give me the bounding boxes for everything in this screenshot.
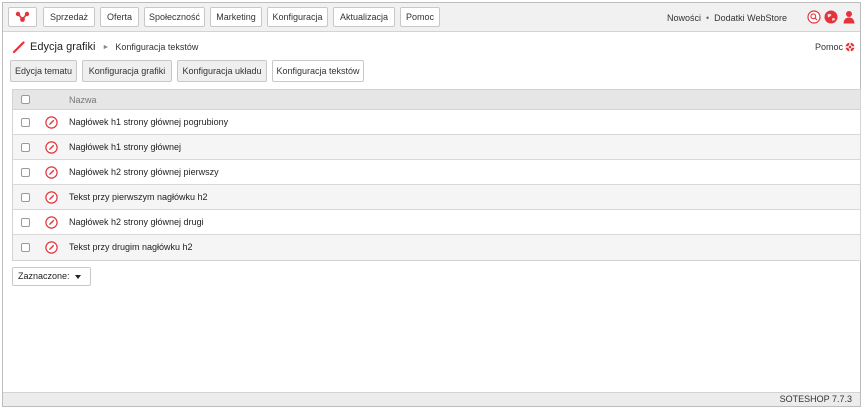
tab-edycja-tematu[interactable]: Edycja tematu — [10, 60, 77, 82]
edit-icon[interactable] — [45, 241, 58, 254]
nav-sprzedaz[interactable]: Sprzedaż — [43, 7, 95, 27]
help-link[interactable]: Pomoc — [815, 42, 855, 52]
select-all-checkbox[interactable] — [21, 95, 30, 104]
news-link[interactable]: Nowości — [667, 13, 701, 23]
row-checkbox[interactable] — [21, 218, 30, 227]
user-icon[interactable] — [842, 10, 856, 24]
row-name[interactable]: Nagłówek h2 strony głównej pierwszy — [69, 160, 219, 185]
table-header-row: Nazwa — [13, 90, 860, 110]
page-title[interactable]: Edycja grafiki — [30, 41, 95, 53]
column-header-name[interactable]: Nazwa — [69, 90, 97, 110]
version-label: SOTESHOP 7.7.3 — [779, 394, 852, 404]
table-row: Nagłówek h2 strony głównej pierwszy — [13, 160, 860, 185]
links-separator: • — [705, 13, 710, 23]
row-name[interactable]: Nagłówek h1 strony głównej pogrubiony — [69, 110, 228, 135]
row-checkbox[interactable] — [21, 193, 30, 202]
bulk-action-select[interactable]: Zaznaczone: — [12, 267, 91, 286]
row-name[interactable]: Tekst przy pierwszym nagłówku h2 — [69, 185, 208, 210]
chevron-down-icon — [75, 275, 81, 279]
top-links: Nowości • Dodatki WebStore — [667, 13, 787, 23]
logo-button[interactable] — [8, 7, 37, 27]
breadcrumb-current: Konfiguracja tekstów — [115, 42, 199, 52]
table-row: Tekst przy pierwszym nagłówku h2 — [13, 185, 860, 210]
top-nav-bar: Sprzedaż Oferta Społeczność Marketing Ko… — [3, 3, 860, 32]
tab-konfiguracja-tekstow[interactable]: Konfiguracja tekstów — [272, 60, 364, 82]
nav-oferta[interactable]: Oferta — [100, 7, 139, 27]
webstore-link[interactable]: Dodatki WebStore — [714, 13, 787, 23]
nav-pomoc[interactable]: Pomoc — [400, 7, 440, 27]
table-row: Nagłówek h1 strony głównej pogrubiony — [13, 110, 860, 135]
table-row: Nagłówek h1 strony głównej — [13, 135, 860, 160]
nav-spolecznosc[interactable]: Społeczność — [144, 7, 205, 27]
brush-icon — [13, 41, 25, 53]
row-name[interactable]: Tekst przy drugim nagłówku h2 — [69, 235, 193, 260]
edit-icon[interactable] — [45, 116, 58, 129]
tab-konfiguracja-grafiki[interactable]: Konfiguracja grafiki — [82, 60, 172, 82]
edit-icon[interactable] — [45, 216, 58, 229]
row-name[interactable]: Nagłówek h2 strony głównej drugi — [69, 210, 204, 235]
app-window: Sprzedaż Oferta Społeczność Marketing Ko… — [2, 2, 861, 407]
table-row: Nagłówek h2 strony głównej drugi — [13, 210, 860, 235]
breadcrumb-separator: ► — [102, 43, 110, 51]
tab-konfiguracja-ukladu[interactable]: Konfiguracja układu — [177, 60, 267, 82]
nav-aktualizacja[interactable]: Aktualizacja — [333, 7, 395, 27]
globe-icon[interactable] — [824, 10, 838, 24]
bulk-action-label: Zaznaczone: — [18, 271, 70, 281]
help-label: Pomoc — [814, 42, 843, 52]
row-checkbox[interactable] — [21, 143, 30, 152]
row-name[interactable]: Nagłówek h1 strony głównej — [69, 135, 181, 160]
texts-table: Nazwa Nagłówek h1 strony głównej pogrubi… — [12, 89, 861, 261]
lifebuoy-icon — [845, 42, 855, 52]
search-icon[interactable] — [807, 10, 821, 24]
nav-konfiguracja[interactable]: Konfiguracja — [267, 7, 328, 27]
row-checkbox[interactable] — [21, 168, 30, 177]
row-checkbox[interactable] — [21, 118, 30, 127]
table-row: Tekst przy drugim nagłówku h2 — [13, 235, 860, 260]
breadcrumb: Edycja grafiki ► Konfiguracja tekstów — [13, 40, 198, 54]
edit-icon[interactable] — [45, 166, 58, 179]
edit-icon[interactable] — [45, 191, 58, 204]
footer-bar: SOTESHOP 7.7.3 — [3, 392, 860, 406]
soteshop-logo-icon — [15, 11, 30, 22]
nav-marketing[interactable]: Marketing — [210, 7, 262, 27]
edit-icon[interactable] — [45, 141, 58, 154]
row-checkbox[interactable] — [21, 243, 30, 252]
